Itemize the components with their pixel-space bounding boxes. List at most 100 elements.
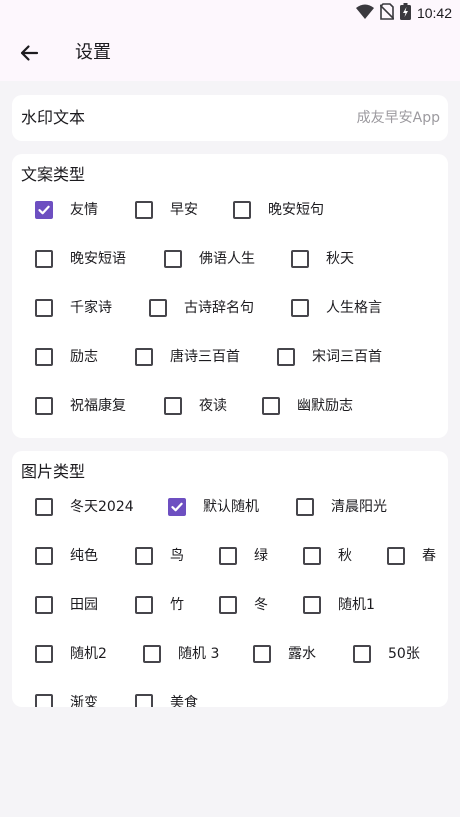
status-bar: 10:42 (0, 0, 460, 26)
page-title: 设置 (75, 42, 111, 63)
checkbox[interactable] (135, 348, 153, 366)
checkbox[interactable] (303, 596, 321, 614)
checkbox[interactable] (35, 547, 53, 565)
watermark-label: 水印文本 (21, 108, 86, 127)
text-type-option[interactable]: 早安 (135, 197, 198, 223)
checkbox[interactable] (387, 547, 405, 565)
checkbox[interactable] (35, 348, 53, 366)
checkbox[interactable] (135, 201, 153, 219)
checkbox[interactable] (135, 694, 153, 707)
text-type-option[interactable]: 晚安短句 (233, 197, 324, 223)
checkbox[interactable] (135, 596, 153, 614)
checkbox[interactable] (164, 397, 182, 415)
checkbox[interactable] (219, 547, 237, 565)
text-type-option-label: 唐诗三百首 (170, 349, 240, 365)
text-type-option[interactable]: 励志 (35, 344, 98, 370)
image-type-option[interactable]: 随机 3 (143, 641, 219, 667)
image-type-option-label: 默认随机 (203, 499, 259, 515)
image-type-option[interactable]: 竹 (135, 592, 184, 618)
checkbox[interactable] (253, 645, 271, 663)
text-type-option-label: 古诗辞名句 (184, 300, 254, 316)
arrow-left-icon (20, 45, 39, 61)
checkbox[interactable] (219, 596, 237, 614)
checkbox[interactable] (35, 498, 53, 516)
image-type-option[interactable]: 清晨阳光 (296, 494, 387, 520)
text-type-option[interactable]: 幽默励志 (262, 393, 353, 419)
checkbox[interactable] (303, 547, 321, 565)
text-type-option-label: 友情 (70, 202, 98, 218)
checkbox[interactable] (35, 694, 53, 707)
image-type-option-label: 渐变 (70, 695, 98, 707)
checkbox[interactable] (35, 250, 53, 268)
checkbox[interactable] (353, 645, 371, 663)
status-time: 10:42 (416, 5, 452, 21)
text-type-option-label: 宋词三百首 (312, 349, 382, 365)
checkbox[interactable] (262, 397, 280, 415)
image-type-option-label: 纯色 (70, 548, 98, 564)
image-type-option-label: 绿 (254, 548, 268, 564)
checkbox[interactable] (164, 250, 182, 268)
text-type-option-label: 祝福康复 (70, 398, 126, 414)
text-type-option-label: 早安 (170, 202, 198, 218)
image-type-option[interactable]: 默认随机 (168, 494, 259, 520)
app-bar: 设置 (0, 26, 460, 81)
image-type-option[interactable]: 随机2 (35, 641, 107, 667)
back-button[interactable] (12, 36, 46, 70)
text-type-option[interactable]: 唐诗三百首 (135, 344, 240, 370)
image-type-option-label: 春 (422, 548, 436, 564)
image-type-option[interactable]: 绿 (219, 543, 268, 569)
checkbox[interactable] (35, 397, 53, 415)
text-type-option[interactable]: 宋词三百首 (277, 344, 382, 370)
text-type-option-label: 夜读 (199, 398, 227, 414)
watermark-input[interactable] (220, 107, 440, 129)
checkbox[interactable] (35, 596, 53, 614)
image-type-option[interactable]: 美食 (135, 690, 198, 707)
text-type-option[interactable]: 千家诗 (35, 295, 112, 321)
image-type-option[interactable]: 田园 (35, 592, 98, 618)
text-type-option[interactable]: 晚安短语 (35, 246, 126, 272)
text-type-option-label: 千家诗 (70, 300, 112, 316)
text-type-option[interactable]: 秋天 (291, 246, 354, 272)
text-type-option[interactable]: 祝福康复 (35, 393, 126, 419)
checkbox[interactable] (277, 348, 295, 366)
checkbox[interactable] (291, 299, 309, 317)
text-type-option-label: 佛语人生 (199, 251, 255, 267)
checkbox[interactable] (296, 498, 314, 516)
text-type-option[interactable]: 佛语人生 (164, 246, 255, 272)
image-type-option-label: 竹 (170, 597, 184, 613)
battery-charging-icon (399, 2, 411, 24)
image-type-option[interactable]: 冬天2024 (35, 494, 134, 520)
text-type-option-label: 人生格言 (326, 300, 382, 316)
image-type-option[interactable]: 冬 (219, 592, 268, 618)
checkbox[interactable] (149, 299, 167, 317)
image-type-option-label: 冬天2024 (70, 499, 134, 515)
text-type-option[interactable]: 人生格言 (291, 295, 382, 321)
checkbox[interactable] (35, 645, 53, 663)
image-type-option[interactable]: 随机1 (303, 592, 375, 618)
checkbox[interactable] (291, 250, 309, 268)
text-type-title: 文案类型 (21, 165, 86, 184)
image-type-option[interactable]: 露水 (253, 641, 316, 667)
image-type-option[interactable]: 纯色 (35, 543, 98, 569)
image-type-option[interactable]: 秋 (303, 543, 352, 569)
image-type-option-label: 清晨阳光 (331, 499, 387, 515)
checkbox[interactable] (143, 645, 161, 663)
text-type-option[interactable]: 古诗辞名句 (149, 295, 254, 321)
checkbox-checked[interactable] (168, 498, 186, 516)
image-type-option[interactable]: 渐变 (35, 690, 98, 707)
image-type-option[interactable]: 50张 (353, 641, 420, 667)
checkbox[interactable] (35, 299, 53, 317)
image-type-option-label: 冬 (254, 597, 268, 613)
image-type-option[interactable]: 春 (387, 543, 436, 569)
checkbox-checked[interactable] (35, 201, 53, 219)
text-type-option-label: 晚安短句 (268, 202, 324, 218)
image-type-option-label: 随机 3 (178, 646, 220, 662)
checkbox[interactable] (233, 201, 251, 219)
text-type-option[interactable]: 夜读 (164, 393, 227, 419)
image-type-option-label: 田园 (70, 597, 98, 613)
text-type-option[interactable]: 友情 (35, 197, 98, 223)
image-type-card: 图片类型 冬天2024 默认随机 清晨阳光纯色 鸟 绿 秋 春田园 竹 冬 随机1 随机2 随机 3 露… (12, 451, 448, 707)
image-type-title: 图片类型 (21, 462, 86, 481)
checkbox[interactable] (135, 547, 153, 565)
image-type-option[interactable]: 鸟 (135, 543, 184, 569)
